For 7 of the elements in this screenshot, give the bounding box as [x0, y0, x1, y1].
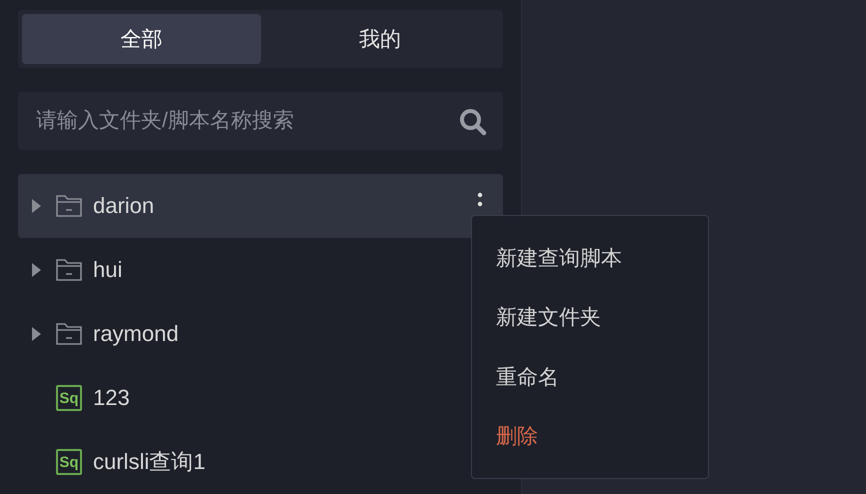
- item-name: 123: [93, 385, 130, 411]
- item-name: darion: [93, 193, 154, 219]
- item-name: hui: [93, 257, 122, 283]
- sql-file-icon: Sq: [56, 385, 82, 411]
- item-name: curlsli查询1: [93, 448, 206, 476]
- item-name: raymond: [93, 321, 179, 347]
- sql-file-icon: Sq: [56, 449, 82, 475]
